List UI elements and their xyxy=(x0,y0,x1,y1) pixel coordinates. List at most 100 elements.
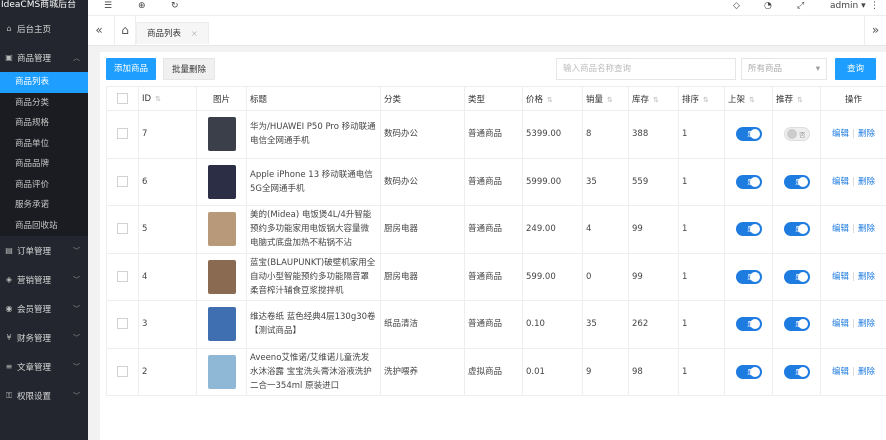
globe-icon[interactable]: ⊕ xyxy=(138,1,146,11)
delete-link[interactable]: 删除 xyxy=(858,367,875,377)
sidebar-item-members[interactable]: ◉ 会员管理 ﹀ xyxy=(0,294,88,323)
sidebar-item-goods[interactable]: ▣ 商品管理 ︿ xyxy=(0,43,88,72)
delete-link[interactable]: 删除 xyxy=(858,272,875,282)
cell-sort[interactable]: 1 xyxy=(678,205,725,254)
row-checkbox[interactable] xyxy=(106,252,139,301)
edit-link[interactable]: 编辑 xyxy=(832,319,849,329)
sidebar-subitem-goods-spec[interactable]: 商品规格 xyxy=(0,113,88,134)
sidebar-item-finance[interactable]: ¥ 财务管理 ﹀ xyxy=(0,323,88,352)
delete-link[interactable]: 删除 xyxy=(858,177,875,187)
select-all-checkbox[interactable] xyxy=(106,86,139,111)
close-icon[interactable]: × xyxy=(191,29,198,38)
sidebar-subitem-recycle[interactable]: 商品回收站 xyxy=(0,216,88,237)
col-price[interactable]: 价格 ⇅ xyxy=(522,86,583,111)
edit-link[interactable]: 编辑 xyxy=(832,224,849,234)
recommend-toggle[interactable]: 是 xyxy=(783,364,810,379)
edit-link[interactable]: 编辑 xyxy=(832,177,849,187)
sidebar-item-articles[interactable]: ≡ 文章管理 ﹀ xyxy=(0,352,88,381)
cell-sort[interactable]: 1 xyxy=(678,157,725,206)
sort-icon: ⇅ xyxy=(797,95,803,104)
row-checkbox[interactable] xyxy=(106,157,139,206)
shelf-toggle[interactable]: 是 xyxy=(735,317,762,331)
cell-image xyxy=(196,110,247,159)
cell-id: 3 xyxy=(138,300,197,349)
theme-icon[interactable]: ◔ xyxy=(764,1,772,11)
cell-title: 维达卷纸 蓝色经典4层130g30卷【测试商品】 xyxy=(246,300,381,349)
cell-sort[interactable]: 1 xyxy=(678,300,725,349)
sidebar-subitem-goods-brand[interactable]: 商品品牌 xyxy=(0,154,88,175)
col-title: 标题 xyxy=(246,86,381,111)
cell-sort[interactable]: 1 xyxy=(678,347,725,396)
tabs-next-icon[interactable]: » xyxy=(864,16,886,46)
sidebar-subitem-goods-category[interactable]: 商品分类 xyxy=(0,93,88,114)
cell-sort[interactable]: 1 xyxy=(678,110,725,159)
row-checkbox[interactable] xyxy=(106,300,139,349)
refresh-icon[interactable]: ↻ xyxy=(171,1,179,11)
search-input[interactable]: 输入商品名称查询 xyxy=(556,58,736,80)
shelf-toggle[interactable]: 是 xyxy=(735,174,762,189)
cell-sales: 35 xyxy=(582,157,629,206)
tab-goods-list[interactable]: 商品列表 × xyxy=(136,22,209,44)
delete-link[interactable]: 删除 xyxy=(858,319,875,329)
sidebar-item-home[interactable]: ⌂ 后台主页 xyxy=(0,14,88,43)
sidebar-item-permissions[interactable]: ⚿ 权限设置 ﹀ xyxy=(0,381,88,410)
user-menu[interactable]: admin ▾ xyxy=(830,1,866,11)
col-id[interactable]: ID ⇅ xyxy=(138,86,197,111)
row-checkbox[interactable] xyxy=(106,205,139,254)
col-sales[interactable]: 销量 ⇅ xyxy=(582,86,629,111)
delete-link[interactable]: 删除 xyxy=(858,224,875,234)
batch-delete-button[interactable]: 批量删除 xyxy=(163,58,216,80)
category-select[interactable]: 所有商品 ▾ xyxy=(741,58,827,80)
row-checkbox[interactable] xyxy=(106,347,139,396)
cell-actions: 编辑 | 删除 xyxy=(820,157,886,206)
fullscreen-icon[interactable]: ⤢ xyxy=(797,1,804,11)
goods-table: ID ⇅ 图片 标题 分类 类型 价格 ⇅ 销量 ⇅ 库存 ⇅ 排序 ⇅ 上架 ⇅ 推荐 ⇅ … xyxy=(106,86,886,396)
recommend-toggle[interactable]: 是 xyxy=(783,269,810,284)
more-icon[interactable]: ⋮ xyxy=(870,1,879,11)
delete-link[interactable]: 删除 xyxy=(858,129,875,139)
shelf-toggle[interactable]: 是 xyxy=(735,127,762,141)
cell-type: 普通商品 xyxy=(464,157,523,206)
cell-sort[interactable]: 1 xyxy=(678,252,725,301)
col-recommend[interactable]: 推荐 ⇅ xyxy=(772,86,821,111)
menu-toggle-icon[interactable]: ☰ xyxy=(104,1,112,11)
sidebar-subitem-service[interactable]: 服务承诺 xyxy=(0,195,88,216)
sidebar-subitem-goods-unit[interactable]: 商品单位 xyxy=(0,134,88,155)
home-icon: ⌂ xyxy=(6,24,12,33)
sidebar-item-marketing[interactable]: ◈ 营销管理 ﹀ xyxy=(0,265,88,294)
shelf-toggle[interactable]: 是 xyxy=(735,364,762,379)
article-icon: ≡ xyxy=(5,362,13,371)
recommend-toggle[interactable]: 否 xyxy=(783,127,810,141)
recommend-toggle[interactable]: 是 xyxy=(783,317,810,331)
recommend-toggle[interactable]: 是 xyxy=(783,222,810,236)
cell-image xyxy=(196,252,247,301)
cell-title: 蓝宝(BLAUPUNKT)破壁机家用全自动小型智能预约多功能隔音罩柔音榨汁辅食豆… xyxy=(246,252,381,301)
cell-image xyxy=(196,347,247,396)
tabs-prev-icon[interactable]: « xyxy=(88,16,110,46)
row-checkbox[interactable] xyxy=(106,110,139,159)
col-category: 分类 xyxy=(380,86,465,111)
cell-recommend: 是 xyxy=(772,157,821,206)
recommend-toggle[interactable]: 是 xyxy=(783,174,810,189)
shelf-toggle[interactable]: 是 xyxy=(735,222,762,236)
edit-link[interactable]: 编辑 xyxy=(832,272,849,282)
col-shelf[interactable]: 上架 ⇅ xyxy=(724,86,773,111)
tag-icon[interactable]: ◇ xyxy=(733,1,740,11)
edit-link[interactable]: 编辑 xyxy=(832,129,849,139)
cell-category: 厨房电器 xyxy=(380,252,465,301)
cell-id: 7 xyxy=(138,110,197,159)
edit-link[interactable]: 编辑 xyxy=(832,367,849,377)
home-tab-icon[interactable]: ⌂ xyxy=(114,16,136,46)
app-logo-title: IdeaCMS商城后台 xyxy=(1,0,77,10)
product-thumbnail xyxy=(207,307,236,342)
col-sort[interactable]: 排序 ⇅ xyxy=(678,86,725,111)
sidebar-item-orders[interactable]: ▤ 订单管理 ﹀ xyxy=(0,236,88,265)
sidebar-subitem-goods-review[interactable]: 商品评价 xyxy=(0,175,88,196)
add-goods-button[interactable]: 添加商品 xyxy=(106,58,157,80)
col-stock[interactable]: 库存 ⇅ xyxy=(628,86,679,111)
table-row: 5 美的(Midea) 电饭煲4L/4升智能预约多功能家用电饭锅大容量微电脑式底盘… xyxy=(106,205,886,254)
search-button[interactable]: 查询 xyxy=(835,58,877,80)
sidebar-subitem-goods-list[interactable]: 商品列表 xyxy=(0,72,88,93)
shelf-toggle[interactable]: 是 xyxy=(735,269,762,284)
goods-submenu: 商品列表 商品分类 商品规格 商品单位 商品品牌 商品评价 服务承诺 商品回收站 xyxy=(0,72,88,236)
